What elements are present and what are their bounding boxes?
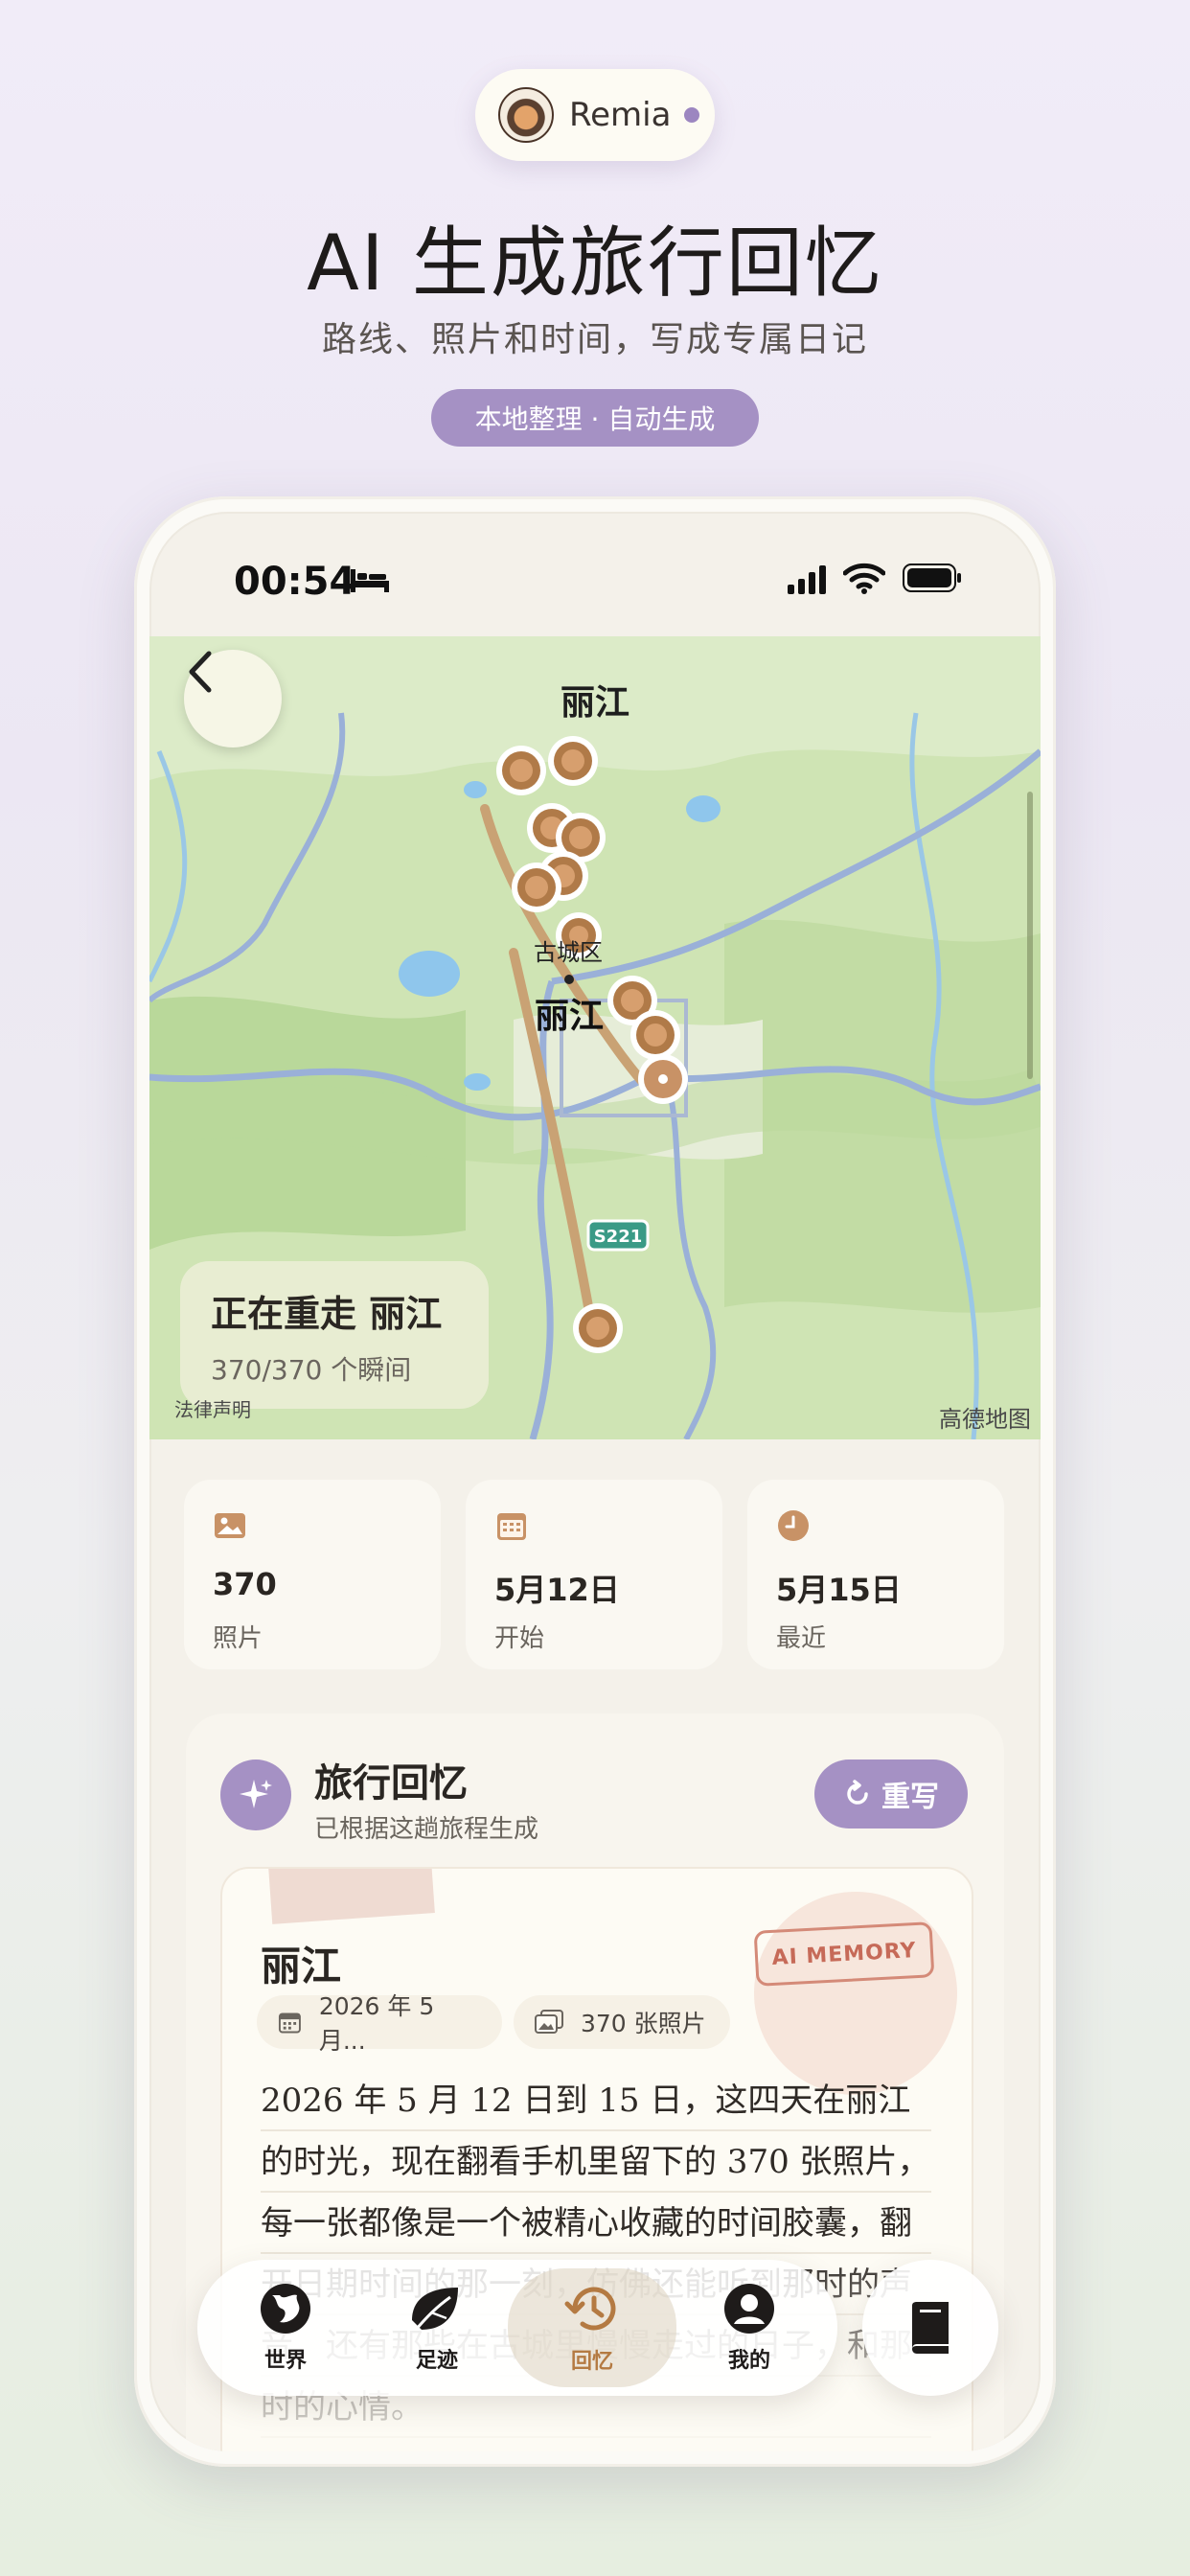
brand-dot: [684, 107, 700, 123]
phone-frame: 00:54 S221 古城区 丽江 丽江 正在重走 丽江 370/370 个瞬间…: [134, 496, 1056, 2467]
rewrite-button[interactable]: 重写: [814, 1760, 968, 1828]
refresh-icon: [847, 1780, 868, 1805]
globe-icon: [261, 2284, 310, 2334]
stat-value: 5月15日: [776, 1572, 902, 1608]
diary-title: 丽江: [261, 1943, 342, 1990]
tab-label: 足迹: [415, 2349, 458, 2373]
journal-button[interactable]: [862, 2260, 998, 2396]
map-credit: 高德地图: [939, 1406, 1031, 1433]
calendar-icon: [497, 1513, 526, 1540]
replay-count: 370/370 个瞬间: [211, 1354, 412, 1386]
stat-value: 5月12日: [494, 1572, 620, 1608]
date-chip-label: 2026 年 5 月...: [318, 1992, 435, 2055]
stat-latest: 5月15日 最近: [747, 1480, 1004, 1669]
stat-start: 5月12日 开始: [466, 1480, 722, 1669]
tab-world[interactable]: 世界: [209, 2260, 362, 2396]
tab-memories[interactable]: 回忆: [508, 2268, 676, 2387]
tab-bar: 世界 足迹 回忆 我的: [197, 2260, 837, 2396]
memory-title: 旅行回忆: [314, 1761, 468, 1806]
brand-name: Remia: [569, 96, 672, 134]
brand-logo: [498, 87, 554, 143]
stat-value: 370: [213, 1566, 277, 1602]
tab-footprints[interactable]: 足迹: [360, 2260, 514, 2396]
rewrite-label: 重写: [881, 1781, 939, 1814]
stat-label: 最近: [776, 1624, 827, 1653]
battery-icon: [903, 564, 961, 592]
phone-screen: 00:54 S221 古城区 丽江 丽江 正在重走 丽江 370/370 个瞬间…: [149, 512, 1041, 2451]
memory-subtitle: 已根据这趟旅程生成: [314, 1815, 539, 1844]
calendar-icon: [278, 2012, 301, 2034]
city-label: 丽江: [535, 997, 604, 1036]
stat-label: 照片: [213, 1624, 263, 1653]
date-chip: 2026 年 5 月...: [257, 1992, 502, 2055]
history-icon: [564, 2287, 616, 2331]
tape-decoration: [268, 1869, 435, 1924]
tab-profile[interactable]: 我的: [673, 2260, 826, 2396]
stat-photos: 370 照片: [184, 1480, 441, 1669]
road-label: S221: [594, 1227, 643, 1247]
hero-badge: 本地整理 · 自动生成: [431, 389, 759, 447]
replay-title: 正在重走 丽江: [211, 1293, 443, 1335]
map-title: 丽江: [560, 683, 629, 723]
ai-memory-stamp: AI MEMORY: [753, 1921, 935, 1987]
sparkle-icon: [220, 1760, 291, 1830]
tab-label: 世界: [263, 2349, 307, 2373]
stat-label: 开始: [494, 1624, 545, 1653]
map-scroll-indicator: [1027, 792, 1033, 1079]
stamp-background: [754, 1892, 957, 2095]
district-label: 古城区: [534, 939, 603, 966]
status-time: 00:54: [234, 560, 356, 604]
clock-icon: [778, 1510, 809, 1541]
photos-icon: [535, 2010, 563, 2034]
map-view[interactable]: S221 古城区 丽江 丽江 正在重走 丽江 370/370 个瞬间 法律声明 …: [149, 636, 1041, 1439]
sleep-focus-icon: [351, 569, 389, 592]
legal-link[interactable]: 法律声明: [174, 1394, 251, 1422]
brand-pill: Remia: [475, 69, 715, 161]
photo-chip-label: 370 张照片: [581, 2010, 706, 2037]
tab-label: 回忆: [570, 2350, 613, 2374]
wifi-icon: [843, 563, 885, 594]
photo-icon: [215, 1513, 245, 1538]
leaf-icon: [412, 2288, 458, 2331]
hero-subtitle: 路线、照片和时间，写成专属日记: [321, 320, 868, 359]
book-icon: [912, 2302, 949, 2354]
profile-icon: [724, 2284, 774, 2334]
signal-icon: [788, 565, 826, 594]
hero-title: AI 生成旅行回忆: [307, 218, 883, 308]
photo-count-chip: 370 张照片: [514, 1995, 730, 2049]
replay-card[interactable]: 正在重走 丽江 370/370 个瞬间: [180, 1261, 489, 1409]
status-bar: 00:54: [149, 512, 1041, 636]
tab-label: 我的: [727, 2349, 770, 2373]
